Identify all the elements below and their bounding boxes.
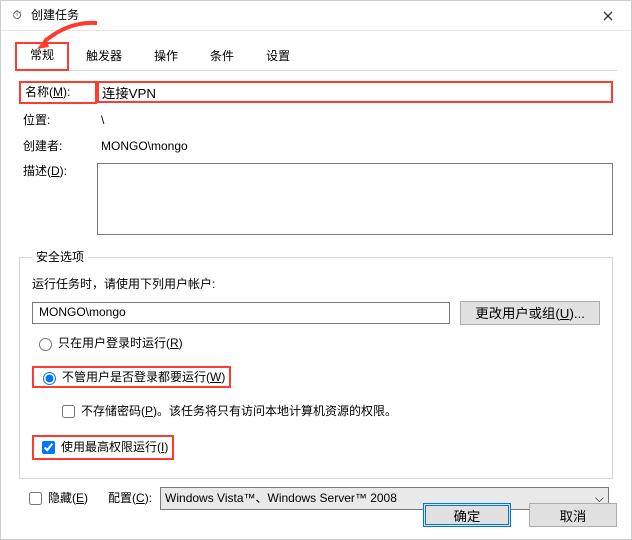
runas-hint: 运行任务时，请使用下列用户帐户: xyxy=(32,276,600,293)
configure-value: Windows Vista™、Windows Server™ 2008 xyxy=(165,490,397,507)
tab-actions[interactable]: 操作 xyxy=(139,43,193,71)
row-runas-user: MONGO\mongo 更改用户或组(U)... xyxy=(32,301,600,325)
titlebar: ⏱ 创建任务 xyxy=(1,1,631,31)
opt-logged-on-radio[interactable] xyxy=(39,338,52,351)
cancel-button[interactable]: 取消 xyxy=(529,503,617,527)
runas-user-value: MONGO\mongo xyxy=(32,302,450,324)
opt-hidden-check[interactable] xyxy=(29,492,42,505)
close-icon xyxy=(603,11,613,21)
opt-no-store-pwd-check[interactable] xyxy=(62,405,75,418)
creator-value: MONGO\mongo xyxy=(97,136,192,157)
dialog-footer: 确定 取消 xyxy=(413,503,617,527)
location-value: \ xyxy=(97,110,108,131)
row-location: 位置: \ xyxy=(19,110,613,131)
close-button[interactable] xyxy=(585,1,631,31)
opt-hidden[interactable]: 隐藏(E) xyxy=(23,487,90,510)
window-title: 创建任务 xyxy=(31,7,585,24)
description-input[interactable] xyxy=(97,163,613,235)
opt-run-any[interactable]: 不管用户是否登录都要运行(W) xyxy=(32,366,231,389)
change-user-button[interactable]: 更改用户或组(U)... xyxy=(460,301,600,325)
tab-settings[interactable]: 设置 xyxy=(251,43,305,71)
row-name: 名称(M): xyxy=(19,81,613,104)
tab-triggers[interactable]: 触发器 xyxy=(71,43,137,71)
opt-hidden-label: 隐藏(E) xyxy=(48,490,88,507)
opt-highest-priv-label: 使用最高权限运行(I) xyxy=(61,439,168,456)
opt-logged-on[interactable]: 只在用户登录时运行(R) xyxy=(32,333,600,354)
tab-bar: 常规 触发器 操作 条件 设置 xyxy=(15,41,617,71)
configure-label: 配置(C): xyxy=(108,490,152,507)
security-fieldset: 安全选项 运行任务时，请使用下列用户帐户: MONGO\mongo 更改用户或组… xyxy=(19,249,613,479)
opt-run-any-label: 不管用户是否登录都要运行(W) xyxy=(62,369,225,386)
ok-button[interactable]: 确定 xyxy=(423,503,511,527)
app-icon: ⏱ xyxy=(9,8,25,24)
tab-general[interactable]: 常规 xyxy=(15,42,69,71)
description-label: 描述(D): xyxy=(19,163,97,180)
security-legend: 安全选项 xyxy=(32,249,88,266)
creator-label: 创建者: xyxy=(19,138,97,155)
opt-no-store-pwd-label: 不存储密码(P)。该任务将只有访问本地计算机资源的权限。 xyxy=(81,403,397,420)
panel-general: 名称(M): 位置: \ 创建者: MONGO\mongo 描述(D): 安全选… xyxy=(15,71,617,523)
opt-highest-priv[interactable]: 使用最高权限运行(I) xyxy=(32,435,174,460)
tab-conditions[interactable]: 条件 xyxy=(195,43,249,71)
opt-logged-on-label: 只在用户登录时运行(R) xyxy=(58,335,183,352)
opt-run-any-radio[interactable] xyxy=(43,372,56,385)
opt-highest-priv-check[interactable] xyxy=(42,441,55,454)
location-label: 位置: xyxy=(19,112,97,129)
opt-no-store-pwd[interactable]: 不存储密码(P)。该任务将只有访问本地计算机资源的权限。 xyxy=(56,400,600,423)
name-input[interactable] xyxy=(97,81,613,103)
row-description: 描述(D): xyxy=(19,163,613,235)
row-creator: 创建者: MONGO\mongo xyxy=(19,136,613,157)
name-label: 名称(M): xyxy=(19,81,97,104)
